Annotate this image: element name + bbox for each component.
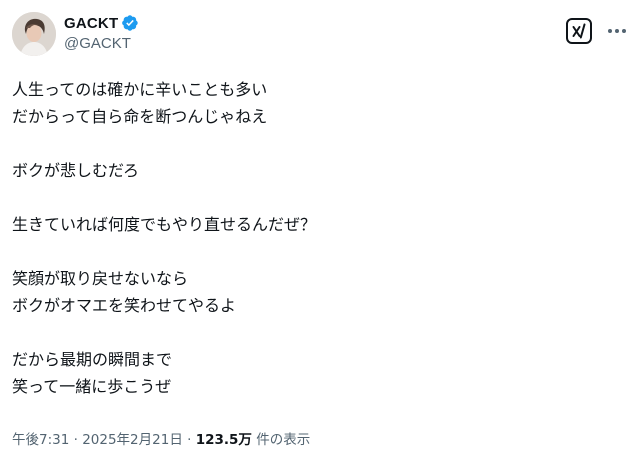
tweet-date: 2025年2月21日	[82, 432, 183, 448]
more-icon	[608, 29, 626, 33]
handle[interactable]: @GACKT	[64, 35, 139, 52]
tweet-meta: 午後7:31 · 2025年2月21日 · 123.5万 件の表示	[12, 428, 310, 448]
meta-separator: ·	[182, 432, 196, 448]
tweet-time: 午後7:31	[12, 432, 70, 448]
verified-badge-icon	[121, 14, 139, 32]
tweet-card: GACKT @GACKT 人生ってのは確かに辛いことも多い だからって自ら命を断…	[0, 0, 640, 453]
tweet-line: 人生ってのは確かに辛いことも多い	[12, 80, 268, 99]
tweet-line: だからって自ら命を断つんじゃねえ	[12, 107, 268, 126]
views-label: 件の表示	[251, 432, 311, 448]
tweet-line: だから最期の瞬間まで	[12, 350, 173, 369]
tweet-line: 生きていれば何度でもやり直せるんだぜ？	[12, 215, 317, 234]
grok-button[interactable]	[566, 18, 592, 44]
tweet-line: ボクがオマエを笑わせてやるよ	[12, 296, 237, 315]
more-options-button[interactable]	[606, 22, 628, 40]
tweet-line	[12, 130, 612, 157]
display-name[interactable]: GACKT	[64, 15, 118, 32]
tweet-text: 人生ってのは確かに辛いことも多い だからって自ら命を断つんじゃねえ ボクが悲しむ…	[12, 76, 612, 400]
tweet-line: 笑顔が取り戻せないなら	[12, 269, 189, 288]
avatar[interactable]	[12, 12, 56, 56]
tweet-line	[12, 184, 612, 211]
views-count: 123.5万	[195, 432, 252, 448]
tweet-line	[12, 319, 612, 346]
author-info: GACKT @GACKT	[64, 13, 139, 52]
timestamp-link[interactable]: 午後7:31 · 2025年2月21日	[12, 432, 183, 448]
tweet-line: ボクが悲しむだろ	[12, 161, 140, 180]
meta-separator: ·	[69, 432, 83, 448]
avatar-image	[12, 12, 56, 56]
grok-icon	[572, 23, 586, 39]
tweet-line: 笑って一緒に歩こうぜ	[12, 377, 172, 396]
tweet-line	[12, 238, 612, 265]
